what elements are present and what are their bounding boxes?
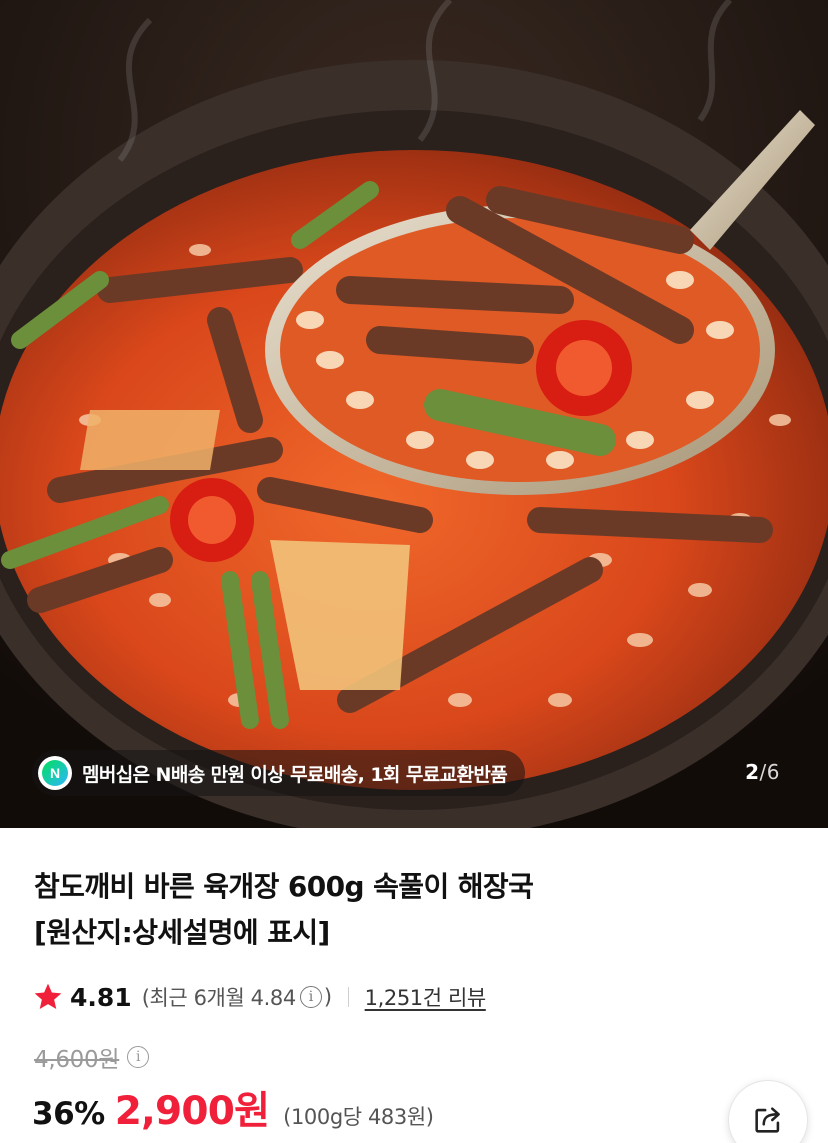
sale-price: 2,900원 bbox=[114, 1089, 270, 1134]
pager-current: 2 bbox=[745, 760, 760, 784]
unit-price: (100g당 483원) bbox=[283, 1105, 434, 1129]
share-icon bbox=[755, 1107, 780, 1133]
share-button[interactable] bbox=[728, 1080, 808, 1143]
price-info-icon[interactable]: i bbox=[127, 1046, 150, 1068]
reviews-link[interactable]: 1,251건 리뷰 bbox=[365, 982, 487, 1012]
product-image-carousel[interactable]: N 멤버십은 N배송 만원 이상 무료배송, 1회 무료교환반품 2/6 bbox=[0, 0, 828, 828]
recent-rating-close: ) bbox=[323, 985, 332, 1009]
membership-banner-text: 멤버십은 N배송 만원 이상 무료배송, 1회 무료교환반품 bbox=[82, 763, 508, 786]
rating-row: 4.81 (최근 6개월 4.84 i ) 1,251건 리뷰 bbox=[32, 980, 486, 1014]
pager-separator: / bbox=[759, 760, 767, 784]
original-price-row: 4,600원 i bbox=[34, 1040, 151, 1074]
rating-score: 4.81 bbox=[70, 982, 132, 1012]
product-title-line2: [원산지:상세설명에 표시] bbox=[34, 916, 330, 949]
product-photo bbox=[0, 0, 828, 828]
product-title: 참도깨비 바른 육개장 600g 속풀이 해장국 [원산지:상세설명에 표시] bbox=[34, 864, 674, 956]
recent-rating: (최근 6개월 4.84 i ) bbox=[142, 982, 332, 1012]
membership-banner[interactable]: N 멤버십은 N배송 만원 이상 무료배송, 1회 무료교환반품 bbox=[32, 750, 526, 796]
image-pager: 2/6 bbox=[745, 760, 780, 784]
original-price: 4,600원 bbox=[34, 1047, 120, 1073]
star-icon bbox=[34, 983, 62, 1009]
price-row: 36% 2,900원 (100g당 483원) bbox=[32, 1080, 434, 1136]
naver-badge-letter: N bbox=[42, 760, 68, 786]
recent-rating-text: (최근 6개월 4.84 bbox=[141, 986, 297, 1010]
pager-total: 6 bbox=[766, 760, 780, 784]
discount-rate: 36% bbox=[32, 1096, 105, 1132]
divider bbox=[347, 987, 349, 1007]
naver-membership-icon: N bbox=[38, 756, 72, 790]
product-title-line1: 참도깨비 바른 육개장 600g 속풀이 해장국 bbox=[34, 870, 534, 903]
info-icon[interactable]: i bbox=[299, 986, 322, 1008]
